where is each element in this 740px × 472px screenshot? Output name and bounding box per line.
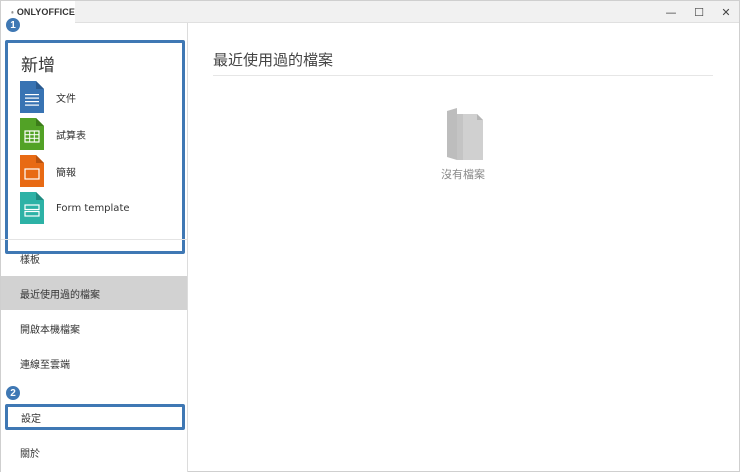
- callout-badge-1: 1: [4, 16, 22, 34]
- callout-badge-2: 2: [4, 384, 22, 402]
- new-spreadsheet-label: 試算表: [56, 130, 86, 142]
- sidebar-divider: [1, 239, 187, 240]
- app-window: ONLYOFFICE — ☐ ✕ 新增 文件 試算表 簡報 Form templ…: [0, 0, 740, 472]
- minimize-icon: —: [665, 5, 677, 19]
- sidebar-item-label: 關於: [20, 448, 40, 460]
- main-content: 最近使用過的檔案 沒有檔案: [189, 23, 740, 472]
- new-form-template-label: Form template: [56, 202, 130, 214]
- close-icon: ✕: [721, 5, 731, 19]
- presentation-icon: [20, 155, 44, 187]
- title-bar: ONLYOFFICE — ☐ ✕: [1, 1, 739, 23]
- sidebar-item-open-local-file[interactable]: 開啟本機檔案: [1, 311, 187, 345]
- sidebar-item-label: 最近使用過的檔案: [20, 289, 100, 301]
- new-presentation-button[interactable]: 簡報: [20, 155, 180, 187]
- minimize-button[interactable]: —: [656, 1, 686, 23]
- empty-file-icon: [447, 108, 483, 160]
- new-form-template-button[interactable]: Form template: [20, 192, 180, 224]
- sidebar-item-settings[interactable]: 設定: [5, 404, 185, 430]
- page-title: 最近使用過的檔案: [213, 51, 334, 69]
- sidebar-item-recent-files[interactable]: 最近使用過的檔案: [1, 276, 187, 310]
- sidebar: 新增 文件 試算表 簡報 Form template 1 樣板 最近使用過的檔案…: [1, 16, 188, 472]
- sidebar-item-about[interactable]: 關於: [1, 435, 187, 469]
- sidebar-item-label: 樣板: [20, 254, 40, 266]
- sidebar-item-label: 連線至雲端: [20, 359, 70, 371]
- new-document-button[interactable]: 文件: [20, 81, 180, 113]
- sidebar-item-connect-cloud[interactable]: 連線至雲端: [1, 346, 187, 380]
- new-spreadsheet-button[interactable]: 試算表: [20, 118, 180, 150]
- maximize-icon: ☐: [694, 5, 704, 19]
- new-document-label: 文件: [56, 93, 76, 105]
- new-presentation-label: 簡報: [56, 167, 76, 179]
- empty-state-text: 沒有檔案: [441, 168, 485, 181]
- close-button[interactable]: ✕: [711, 1, 740, 23]
- maximize-button[interactable]: ☐: [684, 1, 714, 23]
- sidebar-item-templates[interactable]: 樣板: [1, 241, 187, 275]
- spreadsheet-icon: [20, 118, 44, 150]
- sidebar-item-label: 設定: [21, 413, 41, 425]
- form-template-icon: [20, 192, 44, 224]
- sidebar-item-label: 開啟本機檔案: [20, 324, 80, 336]
- new-section-title: 新增: [21, 56, 55, 76]
- title-divider: [213, 75, 713, 76]
- document-icon: [20, 81, 44, 113]
- new-section: 新增 文件 試算表 簡報 Form template: [5, 40, 185, 254]
- app-tab-label: ONLYOFFICE: [16, 7, 75, 17]
